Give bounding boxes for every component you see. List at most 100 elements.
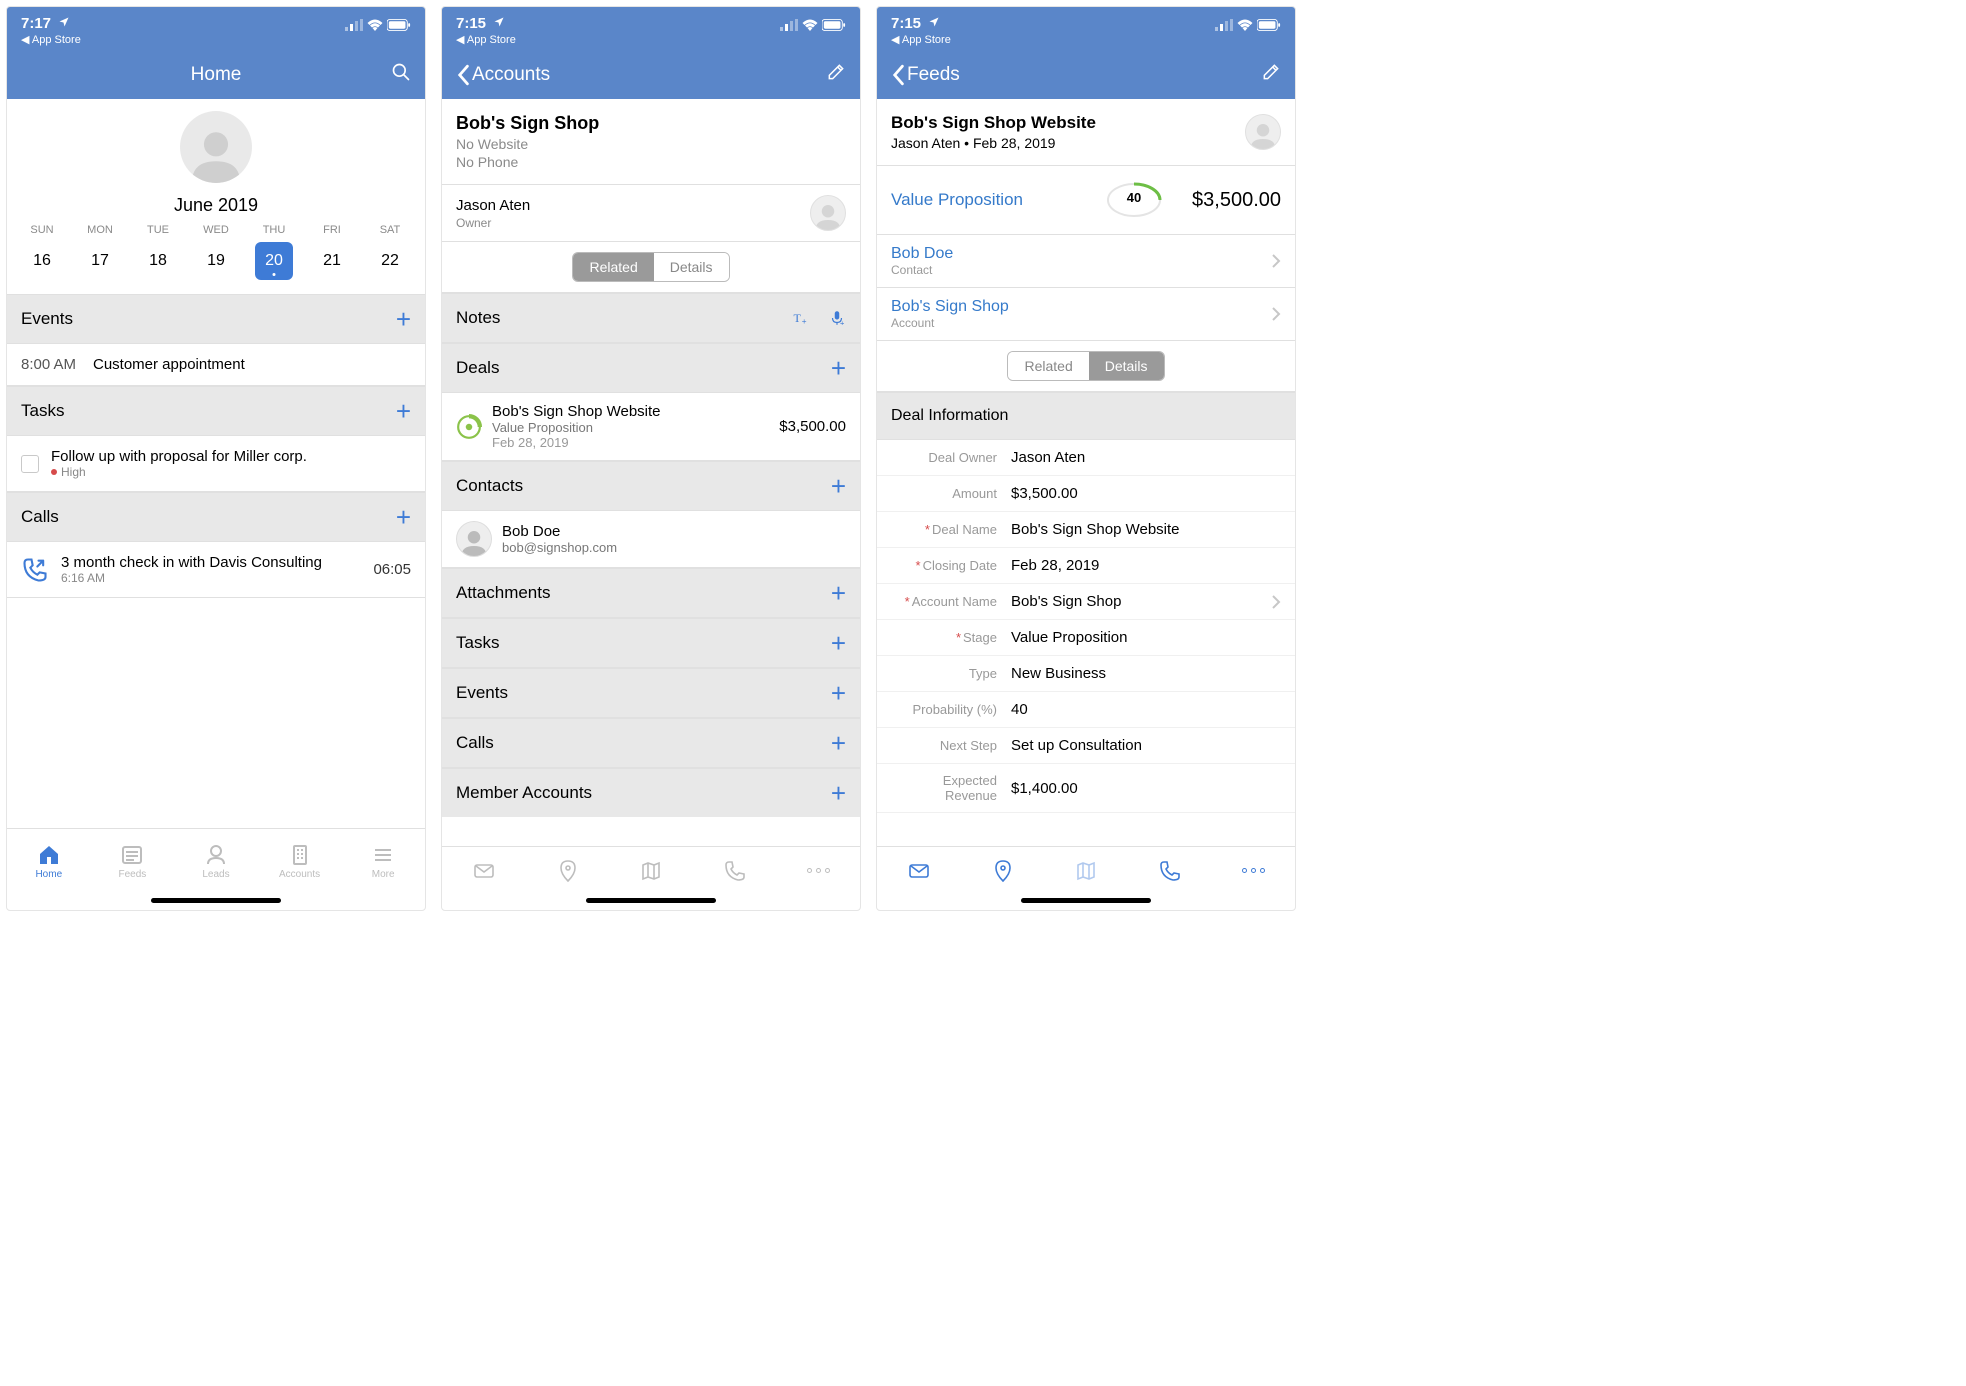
deal-row[interactable]: Bob's Sign Shop Website Value Propositio… [442, 393, 860, 461]
calendar-day[interactable]: 21 [303, 242, 361, 280]
pencil-icon [1261, 62, 1281, 82]
tab-home[interactable]: Home [7, 829, 91, 894]
task-row[interactable]: Follow up with proposal for Miller corp.… [7, 436, 425, 492]
phone-icon[interactable] [723, 859, 747, 883]
task-priority: High [61, 465, 86, 479]
more-icon[interactable] [807, 868, 830, 873]
nav-bar: Home [7, 51, 425, 99]
person-icon [459, 526, 489, 556]
edit-button[interactable] [1261, 62, 1281, 88]
calendar-day[interactable]: 22 [361, 242, 419, 280]
back-button[interactable]: Feeds [891, 64, 960, 86]
call-title: 3 month check in with Davis Consulting [61, 554, 322, 571]
call-row[interactable]: 3 month check in with Davis Consulting 6… [7, 542, 425, 598]
status-time: 7:15 [891, 15, 921, 32]
event-title: Customer appointment [93, 356, 245, 373]
owner-label: Owner [456, 216, 530, 230]
tab-leads[interactable]: Leads [174, 829, 258, 894]
contact-link[interactable]: Bob Doe Contact [877, 235, 1295, 288]
tab-details[interactable]: Details [654, 253, 729, 281]
event-row[interactable]: 8:00 AM Customer appointment [7, 344, 425, 386]
field-label: Expected Revenue [891, 773, 1011, 803]
stage-row[interactable]: Value Proposition 40 $3,500.00 [877, 166, 1295, 235]
voice-note-icon[interactable]: + [828, 309, 846, 327]
mail-icon[interactable] [907, 859, 931, 883]
add-contact-button[interactable]: + [831, 477, 846, 495]
add-member-button[interactable]: + [831, 784, 846, 802]
add-call-button[interactable]: + [831, 734, 846, 752]
tab-accounts[interactable]: Accounts [258, 829, 342, 894]
account-link[interactable]: Bob's Sign Shop Account [877, 288, 1295, 341]
back-to-appstore[interactable]: ◀ App Store [456, 33, 516, 46]
home-icon [37, 843, 61, 867]
edit-button[interactable] [826, 62, 846, 88]
add-attachment-button[interactable]: + [831, 584, 846, 602]
add-task-button[interactable]: + [831, 634, 846, 652]
pencil-icon [826, 62, 846, 82]
info-row: *Deal NameBob's Sign Shop Website [877, 512, 1295, 548]
field-value: Bob's Sign Shop Website [1011, 521, 1281, 538]
account-header: Bob's Sign Shop No Website No Phone [442, 99, 860, 185]
add-event-button[interactable]: + [831, 684, 846, 702]
add-task-button[interactable]: + [396, 402, 411, 420]
text-note-icon[interactable]: T+ [792, 309, 810, 327]
more-icon [371, 843, 395, 867]
mail-icon[interactable] [472, 859, 496, 883]
svg-text:+: + [840, 319, 845, 328]
weekday: FRI [303, 224, 361, 236]
add-deal-button[interactable]: + [831, 359, 846, 377]
nav-bar: Feeds [877, 51, 1295, 99]
page-title: Feeds [907, 64, 960, 86]
search-button[interactable] [391, 62, 411, 88]
back-button[interactable]: Accounts [456, 64, 550, 86]
back-to-appstore[interactable]: ◀ App Store [21, 33, 81, 46]
tasks-header: Tasks + [7, 386, 425, 436]
chevron-left-icon [456, 64, 470, 86]
owner-avatar [1245, 114, 1281, 150]
owner-row[interactable]: Jason Aten Owner [442, 185, 860, 242]
tab-related[interactable]: Related [573, 253, 653, 281]
calendar-day[interactable]: 17 [71, 242, 129, 280]
back-to-appstore[interactable]: ◀ App Store [891, 33, 951, 46]
map-icon[interactable] [1074, 859, 1098, 883]
home-indicator-icon[interactable] [1021, 898, 1151, 903]
tab-related[interactable]: Related [1008, 352, 1088, 380]
section-title: Tasks [21, 401, 64, 421]
location-pin-icon[interactable] [991, 859, 1015, 883]
tab-more[interactable]: More [341, 829, 425, 894]
field-value: Value Proposition [1011, 629, 1281, 646]
screen-home: 7:17 ◀ App Store Home June 2019 SUN MON … [6, 6, 426, 911]
battery-icon [387, 19, 411, 31]
field-value: New Business [1011, 665, 1281, 682]
svg-text:+: + [802, 317, 807, 326]
user-avatar[interactable] [180, 111, 252, 183]
section-title: Calls [456, 733, 494, 753]
calendar-day-selected[interactable]: 20 [245, 242, 303, 280]
more-icon[interactable] [1242, 868, 1265, 873]
deal-amount: $3,500.00 [779, 418, 846, 435]
home-indicator-icon[interactable] [586, 898, 716, 903]
deal-stage: Value Proposition [492, 420, 769, 435]
map-icon[interactable] [639, 859, 663, 883]
attachments-header: Attachments+ [442, 568, 860, 618]
calendar-day[interactable]: 18 [129, 242, 187, 280]
tab-label: Leads [202, 869, 229, 880]
wifi-icon [367, 19, 383, 31]
tab-details[interactable]: Details [1089, 352, 1164, 380]
info-row: Deal OwnerJason Aten [877, 440, 1295, 476]
calls-header: Calls + [7, 492, 425, 542]
home-indicator-icon[interactable] [151, 898, 281, 903]
phone-icon[interactable] [1158, 859, 1182, 883]
info-row[interactable]: *Account NameBob's Sign Shop [877, 584, 1295, 620]
tab-feeds[interactable]: Feeds [91, 829, 175, 894]
tasks-header: Tasks+ [442, 618, 860, 668]
calendar-day[interactable]: 16 [13, 242, 71, 280]
section-title: Events [456, 683, 508, 703]
location-pin-icon[interactable] [556, 859, 580, 883]
deal-name: Bob's Sign Shop Website [492, 403, 769, 420]
add-event-button[interactable]: + [396, 310, 411, 328]
contact-row[interactable]: Bob Doe bob@signshop.com [442, 511, 860, 568]
task-checkbox[interactable] [21, 455, 39, 473]
add-call-button[interactable]: + [396, 508, 411, 526]
calendar-day[interactable]: 19 [187, 242, 245, 280]
